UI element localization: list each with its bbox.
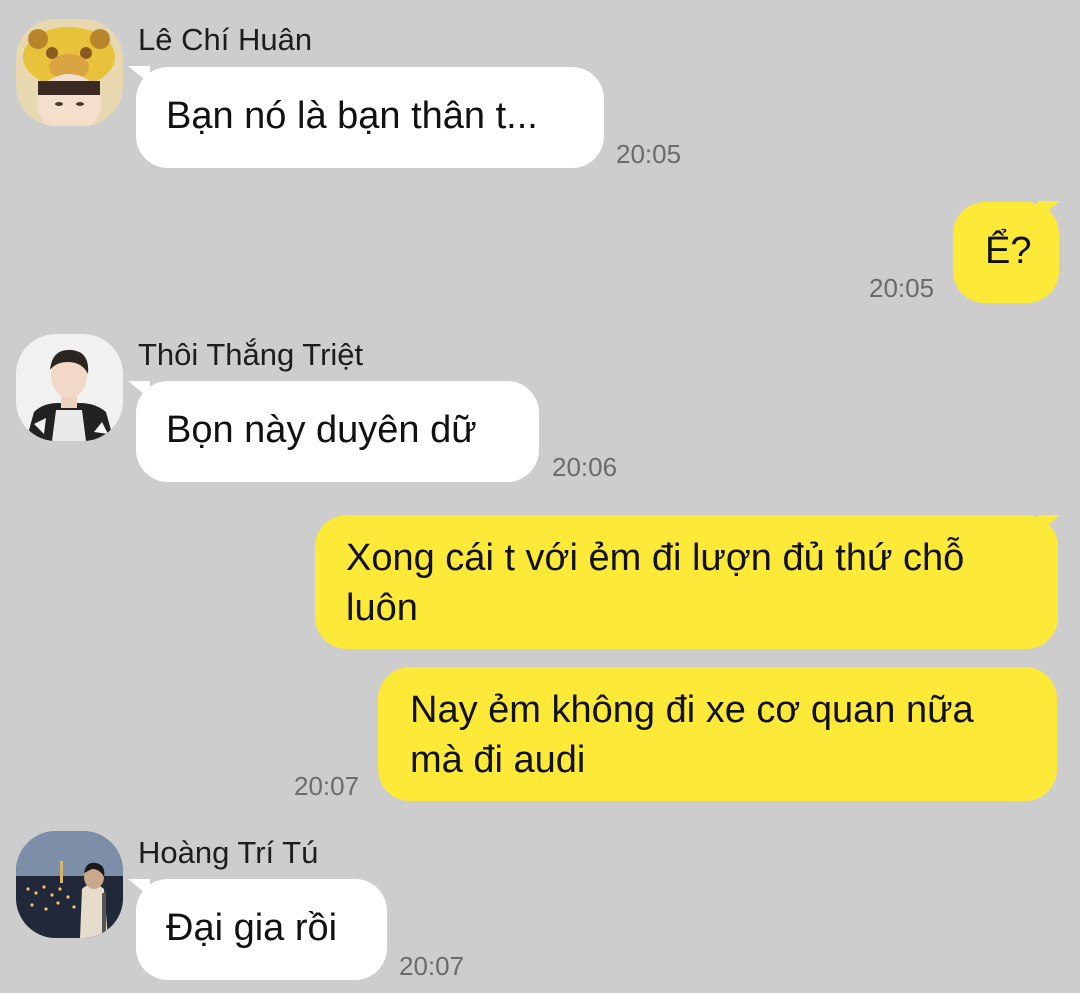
message-bubble[interactable]: Bọn này duyên dữ: [136, 381, 539, 482]
message-time: 20:05: [616, 139, 682, 169]
portrait-avatar-icon[interactable]: [16, 334, 123, 441]
message-time: 20:06: [552, 452, 618, 482]
night-city-avatar-icon[interactable]: [16, 831, 123, 938]
message-text: Bọn này duyên dữ: [166, 409, 477, 451]
message-time: 20:05: [869, 273, 935, 303]
sender-name: Hoàng Trí Tú: [138, 835, 319, 870]
giraffe-hat-avatar-icon[interactable]: [16, 19, 123, 126]
message-bubble[interactable]: Đại gia rồi: [136, 879, 387, 980]
bubble-tail: [1038, 515, 1060, 533]
chat-thread[interactable]: Lê Chí Huân Bạn nó là bạn thân t... 20:0…: [0, 0, 1080, 993]
message-text: Nay ẻm không đi xe cơ quan nữa mà đi aud…: [410, 689, 974, 781]
message-bubble[interactable]: Nay ẻm không đi xe cơ quan nữa mà đi aud…: [378, 667, 1057, 801]
message-text: Ể?: [985, 230, 1032, 272]
message-time: 20:07: [294, 771, 360, 801]
message-bubble[interactable]: Bạn nó là bạn thân t...: [136, 67, 604, 168]
bubble-tail: [1038, 201, 1060, 219]
message-text: Xong cái t với ẻm đi lượn đủ thứ chỗ luô…: [346, 537, 965, 629]
sender-name: Lê Chí Huân: [138, 22, 313, 57]
message-time: 20:07: [399, 951, 465, 981]
message-bubble[interactable]: Xong cái t với ẻm đi lượn đủ thứ chỗ luô…: [315, 515, 1058, 649]
message-text: Đại gia rồi: [166, 907, 338, 949]
message-text: Bạn nó là bạn thân t...: [166, 95, 538, 137]
sender-name: Thôi Thắng Triệt: [138, 337, 364, 372]
